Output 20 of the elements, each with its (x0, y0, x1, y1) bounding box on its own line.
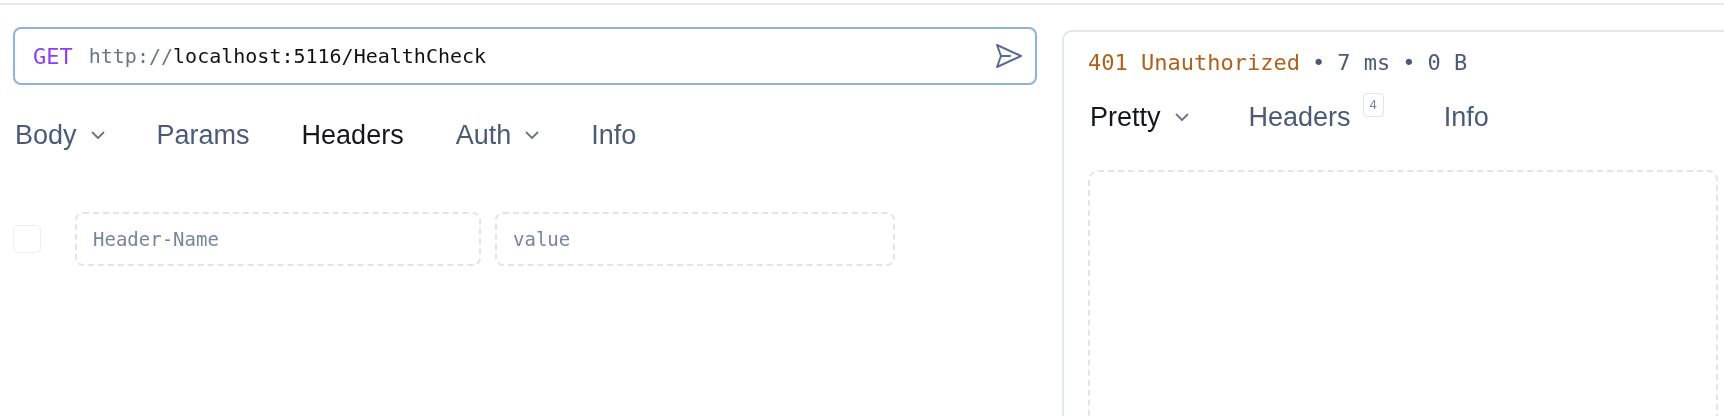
separator: • (1311, 49, 1326, 77)
separator: • (1402, 49, 1416, 77)
url-field[interactable]: http://localhost:5116/HealthCheck (88, 41, 979, 71)
tab[interactable]: Headers (299, 109, 406, 162)
send-icon (995, 43, 1023, 69)
size-text: 0 B (1427, 49, 1468, 77)
count-badge: 4 (1362, 93, 1384, 117)
tab[interactable]: Info (589, 109, 639, 162)
status-text: 401 Unauthorized (1088, 49, 1300, 77)
tab[interactable]: Info (1441, 91, 1491, 144)
tab[interactable]: Params (154, 109, 252, 162)
method-selector[interactable]: GET (33, 39, 73, 73)
time-text: 7 ms (1337, 49, 1391, 77)
tab[interactable]: Auth (453, 109, 542, 162)
header-name-field[interactable]: Header-Name (75, 211, 481, 266)
header-value-field[interactable]: value (495, 211, 895, 266)
tab[interactable]: Pretty (1088, 91, 1191, 144)
send-button[interactable] (995, 43, 1023, 69)
tab[interactable]: Body (13, 109, 107, 162)
tab[interactable]: Headers 4 (1246, 91, 1386, 144)
